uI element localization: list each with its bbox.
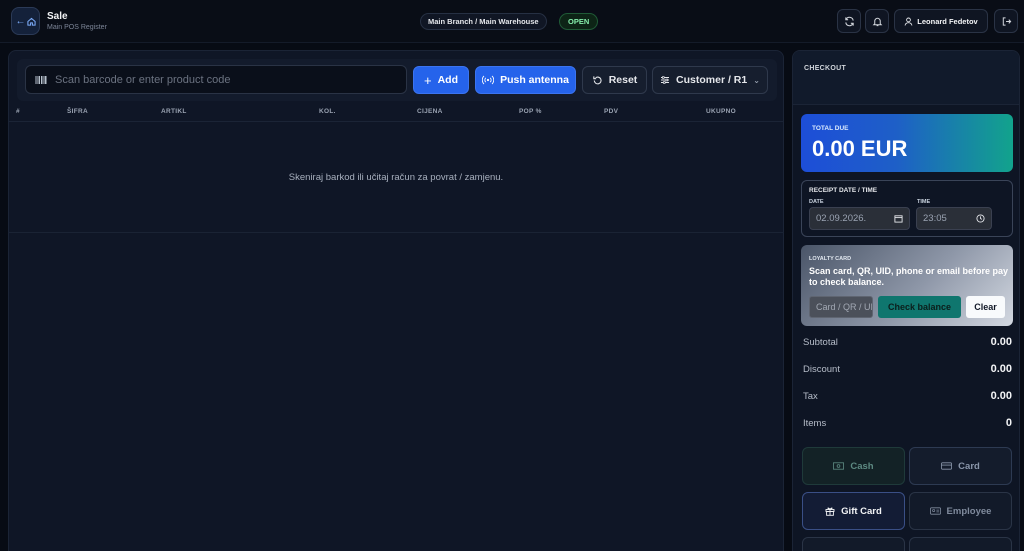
- payment-option-button[interactable]: [802, 537, 905, 551]
- barcode-input[interactable]: [55, 73, 385, 86]
- items-table-header: # ŠIFRA ARTIKL KOL. CIJENA POP % PDV UKU…: [8, 102, 784, 122]
- top-bar: ← Sale Main POS Register Main Branch / M…: [0, 0, 1024, 43]
- refresh-button[interactable]: [837, 9, 861, 33]
- empty-cart-message: Skeniraj barkod ili učitaj račun za povr…: [288, 172, 504, 183]
- loyalty-card-panel: LOYALTY CARD Scan card, QR, UID, phone o…: [801, 245, 1013, 326]
- status-badge: OPEN: [559, 13, 599, 30]
- loyalty-instructions: Scan card, QR, UID, phone or email befor…: [809, 266, 1009, 287]
- customer-select[interactable]: Customer / R1 ⌄: [652, 66, 768, 94]
- check-balance-button[interactable]: Check balance: [878, 296, 961, 318]
- home-icon: [26, 17, 36, 26]
- summary-tax: Tax 0.00: [803, 390, 1012, 405]
- col-code: ŠIFRA: [67, 108, 88, 115]
- logout-button[interactable]: [994, 9, 1018, 33]
- clock-icon: [976, 214, 985, 223]
- col-vat: PDV: [604, 108, 619, 115]
- gift-icon: [825, 507, 835, 516]
- col-article: ARTIKL: [161, 108, 187, 115]
- employee-label: Employee: [946, 505, 992, 517]
- bell-icon: [872, 17, 882, 26]
- chevron-down-icon: ⌄: [753, 75, 760, 85]
- branch-badge[interactable]: Main Branch / Main Warehouse: [420, 13, 547, 30]
- push-antenna-button[interactable]: Push antenna: [475, 66, 576, 94]
- pay-card-button[interactable]: Card: [909, 447, 1012, 485]
- checkout-panel: CHECKOUT TOTAL DUE 0.00 EUR RECEIPT DATE…: [792, 50, 1020, 551]
- loyalty-card-input[interactable]: Card / QR / UID: [809, 296, 873, 318]
- reset-icon: [592, 75, 602, 84]
- add-label: Add: [437, 74, 458, 86]
- payment-option-button[interactable]: [909, 537, 1012, 551]
- sale-panel: [8, 50, 784, 551]
- total-due-value: 0.00 EUR: [812, 136, 908, 161]
- summary-subtotal: Subtotal 0.00: [803, 336, 1012, 351]
- antenna-icon: [482, 75, 495, 85]
- col-number: #: [16, 108, 20, 115]
- items-value: 0: [1005, 417, 1012, 429]
- date-value: 02.09.2026.: [816, 213, 867, 224]
- user-menu-button[interactable]: Leonard Fedetov: [894, 9, 988, 33]
- push-antenna-label: Push antenna: [500, 74, 569, 86]
- gift-card-label: Gift Card: [841, 505, 882, 517]
- pay-cash-button[interactable]: Cash: [802, 447, 905, 485]
- user-icon: [904, 17, 913, 26]
- discount-label: Discount: [803, 364, 840, 375]
- time-label: TIME: [917, 199, 931, 205]
- loyalty-label: LOYALTY CARD: [809, 256, 852, 262]
- table-divider: [8, 232, 784, 233]
- pay-gift-card-button[interactable]: Gift Card: [802, 492, 905, 530]
- sliders-icon: [661, 76, 670, 84]
- credit-card-icon: [941, 462, 953, 470]
- date-label: DATE: [809, 199, 824, 205]
- summary-items: Items 0: [803, 417, 1012, 432]
- col-discount: POP %: [519, 108, 542, 115]
- subtotal-label: Subtotal: [803, 337, 838, 348]
- user-name: Leonard Fedetov: [917, 16, 978, 26]
- time-value: 23:05: [923, 213, 947, 224]
- items-label: Items: [803, 418, 827, 429]
- tax-label: Tax: [803, 391, 818, 402]
- clear-button[interactable]: Clear: [966, 296, 1005, 318]
- summary-discount: Discount 0.00: [803, 363, 1012, 378]
- barcode-icon: [35, 75, 47, 84]
- time-field[interactable]: 23:05: [916, 207, 992, 230]
- total-due-label: TOTAL DUE: [812, 125, 849, 132]
- pay-employee-button[interactable]: Employee: [909, 492, 1012, 530]
- calendar-icon: [894, 215, 903, 223]
- customer-label: Customer / R1: [676, 74, 748, 86]
- plus-icon: +: [423, 72, 432, 88]
- reset-button[interactable]: Reset: [582, 66, 647, 94]
- add-button[interactable]: + Add: [413, 66, 469, 94]
- date-field[interactable]: 02.09.2026.: [809, 207, 910, 230]
- arrow-left-icon: ←: [15, 15, 26, 27]
- refresh-icon: [844, 16, 854, 26]
- subtotal-value: 0.00: [990, 336, 1012, 348]
- back-home-button[interactable]: ←: [11, 7, 40, 35]
- notifications-button[interactable]: [865, 9, 889, 33]
- register-name: Main POS Register: [47, 24, 107, 31]
- discount-value: 0.00: [990, 363, 1012, 375]
- total-due-card: TOTAL DUE 0.00 EUR: [801, 114, 1013, 172]
- col-price: CIJENA: [417, 108, 443, 115]
- col-quantity: KOL.: [319, 108, 336, 115]
- logout-icon: [1002, 16, 1011, 26]
- reset-label: Reset: [608, 74, 638, 86]
- receipt-datetime-label: RECEIPT DATE / TIME: [809, 187, 878, 194]
- card-label: Card: [958, 460, 980, 472]
- barcode-search[interactable]: [25, 65, 407, 94]
- id-badge-icon: [929, 507, 941, 515]
- checkout-title: CHECKOUT: [804, 65, 847, 72]
- col-total: UKUPNO: [706, 108, 736, 115]
- cash-label: Cash: [850, 460, 874, 472]
- checkout-header: CHECKOUT: [793, 51, 1019, 105]
- tax-value: 0.00: [990, 390, 1012, 402]
- page-title: Sale: [47, 11, 68, 22]
- receipt-datetime-card: RECEIPT DATE / TIME DATE TIME 02.09.2026…: [801, 180, 1013, 237]
- cash-icon: [833, 462, 845, 470]
